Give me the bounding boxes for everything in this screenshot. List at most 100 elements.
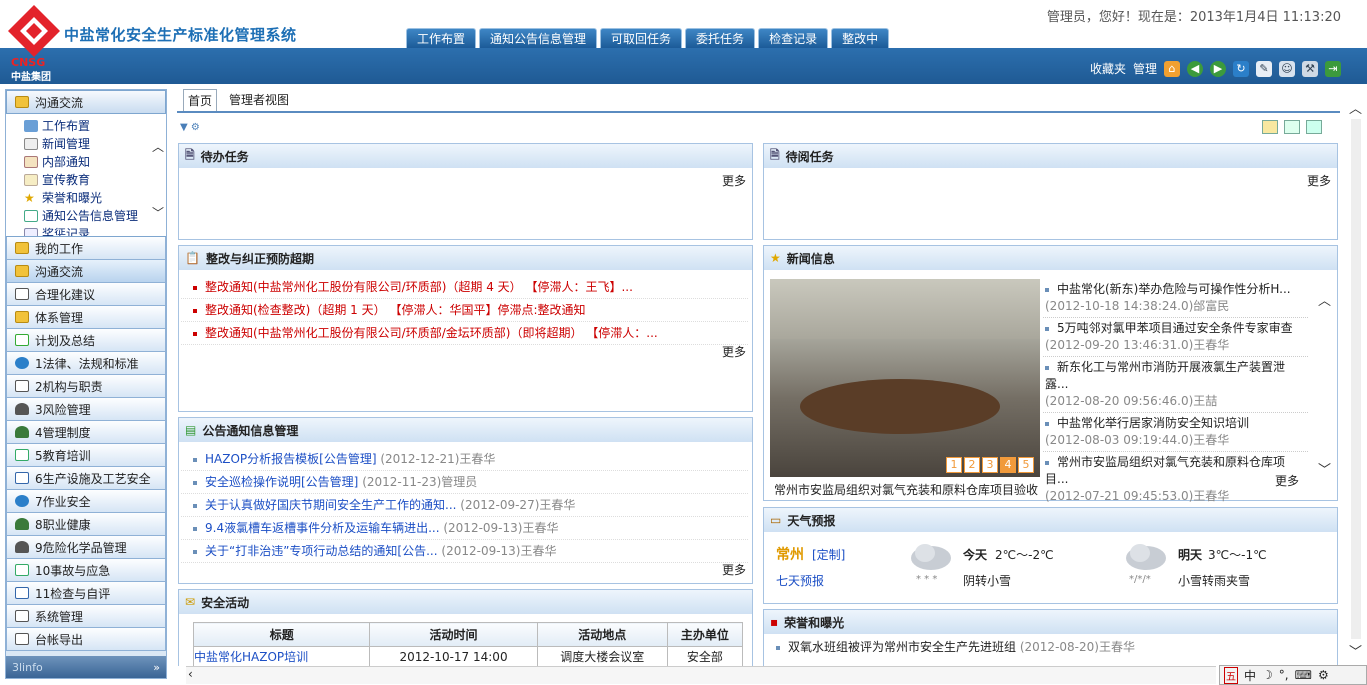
settings-icon[interactable]: ⚙ — [1318, 668, 1329, 682]
punctuation-icon[interactable]: °, — [1279, 668, 1289, 682]
nav-org[interactable]: 2机构与职责 — [6, 375, 166, 398]
sub-item-news[interactable]: 新闻管理 — [24, 135, 166, 153]
nav-operation[interactable]: 7作业安全 — [6, 490, 166, 513]
top-tab-notice[interactable]: 通知公告信息管理 — [479, 28, 598, 48]
chevron-up-icon[interactable]: ︿ — [152, 140, 164, 154]
nav-system-admin[interactable]: 系统管理 — [6, 605, 166, 628]
chevron-up-icon[interactable]: ︿ — [1349, 98, 1363, 117]
tab-home[interactable]: 首页 — [183, 89, 218, 111]
sub-item-reward[interactable]: 奖惩记录 — [24, 225, 166, 236]
edit-icon[interactable]: ✎ — [1256, 60, 1272, 77]
news-scrollbar[interactable]: ︿ ﹀ — [1318, 290, 1331, 478]
news-title[interactable]: 常州市安监局组织对氯气充装和原料仓库项目... — [1045, 455, 1285, 486]
top-tab-retrievable[interactable]: 可取回任务 — [600, 28, 683, 48]
more-link[interactable]: 更多 — [722, 172, 746, 189]
ime-lang[interactable]: 中 — [1244, 667, 1256, 684]
sublist-scrollbar[interactable]: ︿ ﹀ — [152, 140, 164, 220]
nav-emergency[interactable]: 10事故与应急 — [6, 559, 166, 582]
notice-title[interactable]: HAZOP分析报告模板[公告管理] — [205, 452, 377, 466]
news-title[interactable]: 中盐常化举行居家消防安全知识培训 — [1057, 416, 1249, 430]
nav-facility[interactable]: 6生产设施及工艺安全 — [6, 467, 166, 490]
news-photo[interactable]: 1 2 3 4 5 — [770, 279, 1040, 477]
notice-row[interactable]: 9.4液氯槽车返槽事件分析及运输车辆进出... (2012-09-13)王春华 — [181, 517, 748, 540]
favorites-link[interactable]: 收藏夹 — [1090, 60, 1126, 77]
nav-chemicals[interactable]: 9危险化学品管理 — [6, 536, 166, 559]
notice-title[interactable]: 关于“打非治违”专项行动总结的通知[公告... — [205, 544, 438, 558]
notice-row[interactable]: 关于认真做好国庆节期间安全生产工作的通知... (2012-09-27)王春华 — [181, 494, 748, 517]
news-item[interactable]: 新东化工与常州市消防开展液氯生产装置泄露... (2012-08-20 09:56… — [1043, 357, 1308, 413]
top-tab-rectifying[interactable]: 整改中 — [831, 28, 890, 48]
chevron-down-icon[interactable]: ﹀ — [1318, 459, 1331, 478]
moon-icon[interactable]: ☽ — [1262, 668, 1273, 682]
top-tab-work[interactable]: 工作布置 — [406, 28, 477, 48]
rectify-row[interactable]: 整改通知(中盐常州化工股份有限公司/环质部)（超期 4 天） 【停滞人：王飞】.… — [181, 276, 748, 299]
notice-row[interactable]: 安全巡检操作说明[公告管理] (2012-11-23)管理员 — [181, 471, 748, 494]
table-row[interactable]: 中盐常化HAZOP培训 2012-10-17 14:00 调度大楼会议室 安全部 — [192, 646, 744, 667]
nav-risk[interactable]: 3风险管理 — [6, 398, 166, 421]
news-item[interactable]: 中盐常化(新东)举办危险与可操作性分析H... (2012-10-18 14:38… — [1043, 279, 1308, 318]
collapse-toggle-icon[interactable]: ▼ ⚙ — [180, 122, 200, 133]
nav-ledger-export[interactable]: 台帐导出 — [6, 628, 166, 651]
nav-training[interactable]: 5教育培训 — [6, 444, 166, 467]
top-tab-delegated[interactable]: 委托任务 — [685, 28, 756, 48]
chevron-down-icon[interactable]: ﹀ — [152, 206, 164, 220]
rectify-row[interactable]: 整改通知(检查整改)（超期 1 天） 【停滞人：华国平】停滞点:整改通知 — [181, 299, 748, 322]
notice-title[interactable]: 关于认真做好国庆节期间安全生产工作的通知... — [205, 498, 456, 512]
refresh-icon[interactable]: ↻ — [1233, 60, 1249, 77]
keyboard-icon[interactable]: ⌨ — [1295, 668, 1312, 682]
back-icon[interactable]: ◀ — [1187, 60, 1203, 77]
tools-icon[interactable]: ⚒ — [1302, 60, 1318, 77]
home-icon[interactable]: ⌂ — [1164, 60, 1180, 77]
news-photo-caption[interactable]: 常州市安监局组织对氯气充装和原料仓库项目验收 — [774, 481, 1038, 498]
logout-icon[interactable]: ⇥ — [1325, 60, 1341, 77]
nav-communication[interactable]: 沟通交流 — [6, 260, 166, 283]
nav-health[interactable]: 8职业健康 — [6, 513, 166, 536]
news-item[interactable]: 5万吨邻对氯甲苯项目通过安全条件专家审查 (2012-09-20 13:46:31… — [1043, 318, 1308, 357]
sub-item-work[interactable]: 工作布置 — [24, 117, 166, 135]
page-button[interactable]: 2 — [964, 457, 980, 473]
more-link[interactable]: 更多 — [1275, 472, 1299, 489]
sub-item-honor[interactable]: ★ 荣誉和曝光 — [24, 189, 166, 207]
seven-day-forecast-link[interactable]: 七天预报 — [776, 572, 824, 589]
cell-title[interactable]: 中盐常化HAZOP培训 — [192, 646, 371, 667]
more-link[interactable]: 更多 — [1307, 172, 1331, 189]
honor-row[interactable]: 双氧水班组被评为常州市安全生产先进班组 (2012-08-20)王春华 — [764, 634, 1337, 657]
more-link[interactable]: 更多 — [722, 561, 746, 578]
collapse-icon[interactable]: » — [153, 661, 160, 674]
news-title[interactable]: 5万吨邻对氯甲苯项目通过安全条件专家审查 — [1057, 321, 1293, 335]
chevron-down-icon[interactable]: ﹀ — [1349, 641, 1363, 660]
ime-mode-icon[interactable]: 五 — [1224, 666, 1238, 684]
notice-row[interactable]: HAZOP分析报告模板[公告管理] (2012-12-21)王春华 — [181, 448, 748, 471]
forward-icon[interactable]: ▶ — [1210, 60, 1226, 77]
news-item[interactable]: 常州市安监局组织对氯气充装和原料仓库项目... (2012-07-21 09:45… — [1043, 452, 1308, 508]
page-button[interactable]: 5 — [1018, 457, 1034, 473]
horizontal-scrollbar[interactable]: ‹ — [186, 666, 1216, 684]
add-folder-icon[interactable] — [1262, 120, 1278, 134]
chevron-up-icon[interactable]: ︿ — [1318, 290, 1331, 309]
page-button[interactable]: 1 — [946, 457, 962, 473]
layout-icon[interactable] — [1284, 120, 1300, 134]
sub-item-internal-notice[interactable]: 内部通知 — [24, 153, 166, 171]
nav-suggestion[interactable]: 合理化建议 — [6, 283, 166, 306]
notice-row[interactable]: 关于“打非治违”专项行动总结的通知[公告... (2012-09-13)王春华 — [181, 540, 748, 563]
news-title[interactable]: 新东化工与常州市消防开展液氯生产装置泄露... — [1045, 360, 1285, 391]
manage-link[interactable]: 管理 — [1133, 60, 1157, 77]
sub-item-education[interactable]: 宣传教育 — [24, 171, 166, 189]
notice-title[interactable]: 9.4液氯槽车返槽事件分析及运输车辆进出... — [205, 521, 440, 535]
top-tab-inspection[interactable]: 检查记录 — [758, 28, 829, 48]
tab-manager-view[interactable]: 管理者视图 — [225, 89, 293, 111]
weather-customize-link[interactable]: [定制] — [812, 546, 845, 563]
news-item[interactable]: 中盐常化举行居家消防安全知识培训 (2012-08-03 09:19:44.0)王… — [1043, 413, 1308, 452]
user-icon[interactable]: ☺ — [1279, 60, 1295, 77]
picture-icon[interactable] — [1306, 120, 1322, 134]
nav-self-check[interactable]: 11检查与自评 — [6, 582, 166, 605]
nav-rules[interactable]: 4管理制度 — [6, 421, 166, 444]
nav-plan[interactable]: 计划及总结 — [6, 329, 166, 352]
chevron-left-icon[interactable]: ‹ — [188, 667, 193, 681]
rectify-row[interactable]: 整改通知(中盐常州化工股份有限公司/环质部/金坛环质部)（即将超期） 【停滞人：… — [181, 322, 748, 345]
nav-law[interactable]: 1法律、法规和标准 — [6, 352, 166, 375]
nav-my-work[interactable]: 我的工作 — [6, 237, 166, 260]
page-button-active[interactable]: 4 — [1000, 457, 1016, 473]
nav-system-mgmt-folder[interactable]: 体系管理 — [6, 306, 166, 329]
sub-item-notice-mgmt[interactable]: 通知公告信息管理 — [24, 207, 166, 225]
